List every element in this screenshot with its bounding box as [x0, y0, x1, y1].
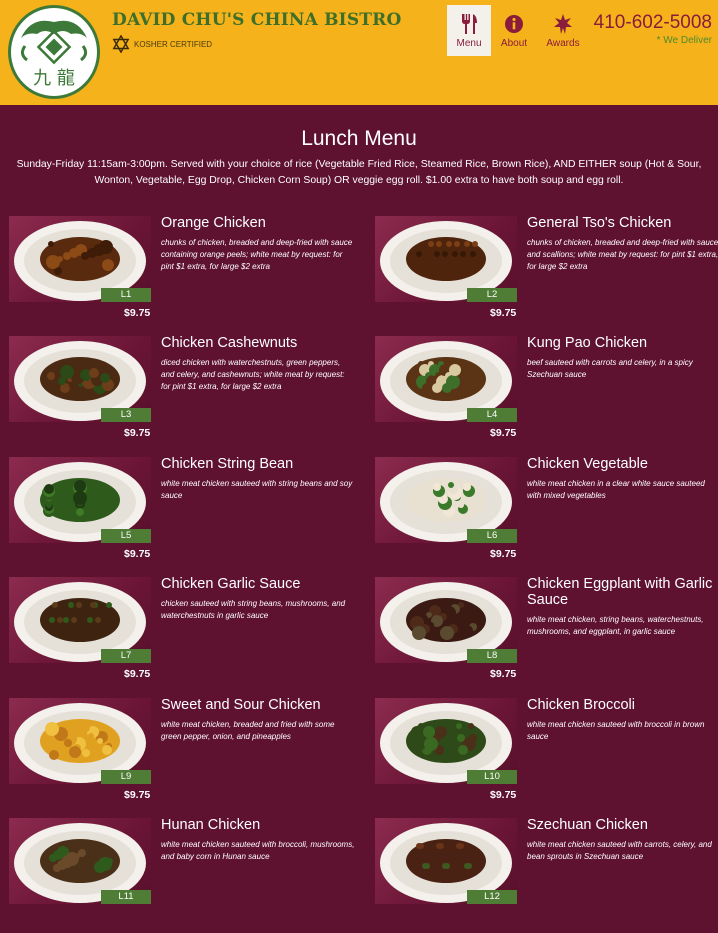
dish-name[interactable]: Orange Chicken — [161, 215, 357, 231]
nav-menu-label: Menu — [456, 38, 482, 49]
dish-code-badge: L2 — [467, 288, 517, 302]
dish-code-badge: L9 — [101, 770, 151, 784]
dish-name[interactable]: Hunan Chicken — [161, 817, 357, 833]
nav-about[interactable]: About — [492, 5, 536, 56]
dish-item[interactable]: L9 $9.75 Sweet and Sour Chicken white me… — [9, 697, 357, 813]
dish-code-badge: L5 — [101, 529, 151, 543]
dish-name[interactable]: Chicken Cashewnuts — [161, 335, 357, 351]
dish-item[interactable]: L2 $9.75 General Tso's Chicken chunks of… — [375, 215, 718, 331]
star-of-david-icon — [112, 35, 130, 53]
dish-price: $9.75 — [124, 668, 151, 680]
dish-photo[interactable]: L8 — [375, 577, 517, 663]
delivery-note: * We Deliver — [656, 35, 712, 46]
dish-code-badge: L4 — [467, 408, 517, 422]
nav-menu[interactable]: Menu — [447, 5, 491, 56]
dish-photo[interactable]: L12 — [375, 818, 517, 904]
dish-item[interactable]: L5 $9.75 Chicken String Bean white meat … — [9, 456, 357, 572]
dish-code-badge: L7 — [101, 649, 151, 663]
utensils-icon — [462, 14, 477, 34]
dish-item[interactable]: L4 $9.75 Kung Pao Chicken beef sauteed w… — [375, 335, 718, 451]
dish-description: white meat chicken sauteed with string b… — [161, 479, 353, 500]
dish-price: $9.75 — [490, 548, 517, 560]
dish-price: $9.75 — [490, 789, 517, 801]
page-title: Lunch Menu — [301, 127, 417, 150]
dish-description: white meat chicken in a clear white sauc… — [527, 479, 705, 500]
dish-name[interactable]: Sweet and Sour Chicken — [161, 697, 357, 713]
dish-photo[interactable]: L5 — [9, 457, 151, 543]
dish-name[interactable]: General Tso's Chicken — [527, 215, 718, 231]
dish-price: $9.75 — [124, 427, 151, 439]
dish-price: $9.75 — [490, 307, 517, 319]
dish-name[interactable]: Chicken String Bean — [161, 456, 357, 472]
dish-photo[interactable]: L3 — [9, 336, 151, 422]
dish-photo[interactable]: L9 — [9, 698, 151, 784]
dish-description: chunks of chicken, breaded and deep-frie… — [161, 238, 353, 271]
dish-description: diced chicken with waterchestnuts, green… — [161, 358, 345, 391]
dish-price: $9.75 — [124, 789, 151, 801]
restaurant-logo[interactable]: 九 龍 — [8, 5, 100, 99]
dish-photo[interactable]: L10 — [375, 698, 517, 784]
dish-name[interactable]: Chicken Eggplant with Garlic Sauce — [527, 576, 718, 608]
dish-photo[interactable]: L2 — [375, 216, 517, 302]
award-icon — [554, 14, 572, 34]
dish-description: white meat chicken, string beans, waterc… — [527, 615, 704, 636]
brand-name[interactable]: DAVID CHU'S CHINA BISTRO — [112, 10, 402, 30]
svg-text:九 龍: 九 龍 — [33, 68, 75, 89]
dish-price: $9.75 — [490, 427, 517, 439]
site-header: 九 龍 DAVID CHU'S CHINA BISTRO KOSHER CERT… — [0, 0, 718, 105]
dish-price: $9.75 — [490, 668, 517, 680]
dragon-logo-icon: 九 龍 — [20, 20, 88, 89]
dish-photo[interactable]: L1 — [9, 216, 151, 302]
dish-photo[interactable]: L4 — [375, 336, 517, 422]
dish-item[interactable]: L1 $9.75 Orange Chicken chunks of chicke… — [9, 215, 357, 331]
dish-name[interactable]: Chicken Broccoli — [527, 697, 718, 713]
phone-number[interactable]: 410-602-5008 — [594, 12, 712, 34]
nav-awards[interactable]: Awards — [541, 5, 585, 56]
kosher-badge: KOSHER CERTIFIED — [112, 35, 212, 53]
dish-item[interactable]: L3 $9.75 Chicken Cashewnuts diced chicke… — [9, 335, 357, 451]
dish-description: white meat chicken sauteed with broccoli… — [527, 720, 705, 741]
dish-name[interactable]: Kung Pao Chicken — [527, 335, 718, 351]
dish-item[interactable]: L11 Hunan Chicken white meat chicken sau… — [9, 817, 357, 933]
dish-description: white meat chicken, breaded and fried wi… — [161, 720, 335, 741]
dish-name[interactable]: Chicken Vegetable — [527, 456, 718, 472]
dish-photo[interactable]: L6 — [375, 457, 517, 543]
dish-photo[interactable]: L7 — [9, 577, 151, 663]
dish-code-badge: L6 — [467, 529, 517, 543]
dish-description: white meat chicken sauteed with broccoli… — [161, 840, 355, 861]
dish-code-badge: L3 — [101, 408, 151, 422]
dish-name[interactable]: Chicken Garlic Sauce — [161, 576, 357, 592]
dish-description: chunks of chicken, breaded and deep-frie… — [527, 238, 718, 271]
dish-code-badge: L10 — [467, 770, 517, 784]
dish-description: beef sauteed with carrots and celery, in… — [527, 358, 693, 379]
dish-item[interactable]: L8 $9.75 Chicken Eggplant with Garlic Sa… — [375, 576, 718, 692]
dish-item[interactable]: L12 Szechuan Chicken white meat chicken … — [375, 817, 718, 933]
dish-code-badge: L8 — [467, 649, 517, 663]
dish-description: chicken sauteed with string beans, mushr… — [161, 599, 346, 620]
info-icon — [505, 15, 523, 33]
dish-item[interactable]: L7 $9.75 Chicken Garlic Sauce chicken sa… — [9, 576, 357, 692]
dish-name[interactable]: Szechuan Chicken — [527, 817, 718, 833]
dish-code-badge: L1 — [101, 288, 151, 302]
dish-item[interactable]: L10 $9.75 Chicken Broccoli white meat ch… — [375, 697, 718, 813]
nav-about-label: About — [500, 38, 528, 49]
dish-price: $9.75 — [124, 307, 151, 319]
dish-price: $9.75 — [124, 548, 151, 560]
dish-item[interactable]: L6 $9.75 Chicken Vegetable white meat ch… — [375, 456, 718, 572]
dish-description: white meat chicken sauteed with carrots,… — [527, 840, 712, 861]
nav-awards-label: Awards — [546, 38, 580, 49]
menu-subtitle: Sunday-Friday 11:15am-3:00pm. Served wit… — [16, 159, 702, 186]
dish-photo[interactable]: L11 — [9, 818, 151, 904]
kosher-label: KOSHER CERTIFIED — [134, 39, 213, 49]
